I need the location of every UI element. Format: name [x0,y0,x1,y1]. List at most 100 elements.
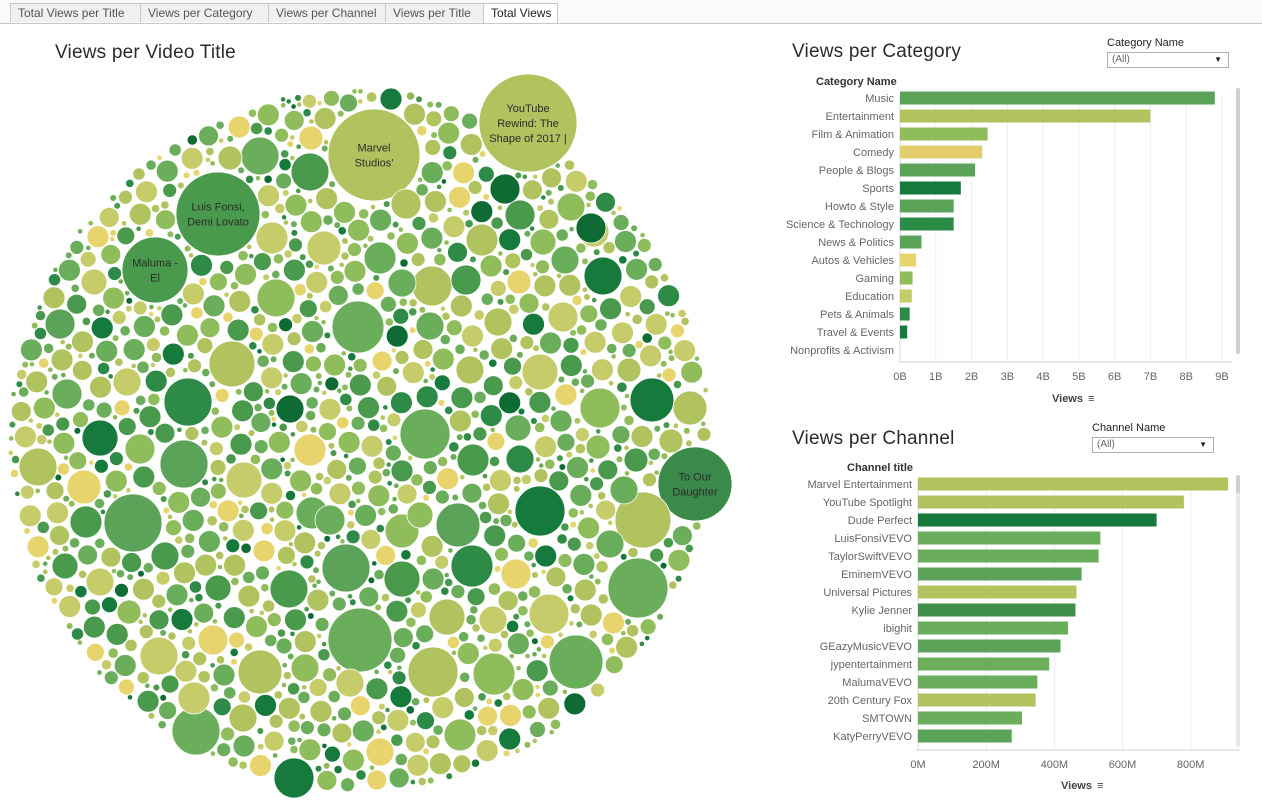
video-bubble[interactable] [150,362,156,368]
video-bubble[interactable] [661,452,668,460]
video-bubble[interactable] [488,582,501,596]
video-bubble[interactable] [370,204,376,210]
video-bubble[interactable] [497,250,504,257]
video-bubble[interactable] [582,286,588,293]
video-bubble[interactable] [425,110,443,128]
video-bubble[interactable] [267,322,278,333]
video-bubble[interactable] [167,607,173,613]
video-bubble[interactable] [90,316,114,340]
video-bubble[interactable] [261,332,285,356]
video-bubble[interactable] [367,469,383,485]
video-bubble[interactable] [624,470,630,476]
video-bubble[interactable] [411,265,453,307]
video-bubble[interactable] [424,360,431,368]
video-bubble[interactable] [558,273,582,297]
video-bubble[interactable] [187,352,195,360]
video-bubble[interactable] [653,425,661,433]
video-bubble[interactable] [373,569,385,580]
video-bubble[interactable] [253,439,269,455]
video-bubble[interactable] [393,483,399,489]
video-bubble[interactable] [77,353,84,359]
video-bubble[interactable] [295,420,308,433]
video-bubble[interactable] [416,125,428,136]
video-bubble[interactable] [42,569,48,575]
video-bubble[interactable] [113,654,137,677]
video-bubble[interactable] [180,543,196,559]
video-bubble[interactable] [286,140,294,148]
video-bubble[interactable] [403,102,426,126]
video-bubble[interactable] [524,387,533,396]
video-bubble[interactable] [305,410,316,421]
bar[interactable] [918,531,1101,545]
video-bubble[interactable] [282,662,288,668]
video-bubble[interactable] [159,694,167,702]
video-bubble[interactable] [575,242,587,254]
video-bubble[interactable] [160,200,170,210]
video-bubble[interactable] [68,500,76,508]
video-bubble[interactable] [201,368,211,377]
video-bubble[interactable] [533,274,557,298]
video-bubble[interactable] [271,421,277,428]
video-bubble[interactable] [55,416,71,432]
video-bubble[interactable] [362,243,369,249]
video-bubble[interactable] [472,347,479,353]
video-bubble[interactable] [51,552,79,580]
video-bubble[interactable] [109,229,117,237]
video-bubble[interactable] [126,573,134,581]
video-bubble[interactable] [423,190,447,213]
video-bubble[interactable] [66,469,102,505]
video-bubble[interactable] [112,493,118,499]
video-bubble[interactable] [471,410,480,419]
video-bubble[interactable] [144,683,151,689]
video-bubble[interactable] [210,415,234,439]
video-bubble[interactable] [205,147,215,156]
video-bubble[interactable] [323,139,329,146]
video-bubble[interactable] [411,641,421,650]
video-bubble[interactable] [256,103,280,127]
video-bubble[interactable] [155,570,171,586]
video-bubble[interactable] [639,344,662,368]
video-bubble[interactable] [136,671,150,684]
video-bubble[interactable] [508,304,520,315]
video-bubble[interactable] [418,777,427,786]
video-bubble[interactable] [583,330,607,354]
video-bubble[interactable] [490,337,514,361]
video-bubble[interactable] [408,298,418,308]
video-bubble[interactable] [112,334,120,342]
video-bubble[interactable] [215,551,224,560]
bar[interactable] [900,253,917,267]
video-bubble[interactable] [283,110,305,131]
video-bubble[interactable] [323,762,331,770]
video-bubble[interactable] [472,705,478,712]
video-bubble[interactable] [427,777,435,784]
video-bubble[interactable] [298,299,318,319]
video-bubble[interactable] [563,692,587,716]
video-bubble[interactable] [183,171,191,179]
video-bubble[interactable] [173,561,196,585]
video-bubble[interactable] [415,589,421,596]
video-bubble[interactable] [250,305,260,315]
video-bubble[interactable] [587,179,598,190]
video-bubble[interactable] [38,357,49,369]
video-bubble[interactable] [594,318,608,332]
video-bubble[interactable] [197,530,221,553]
video-bubble[interactable] [562,336,580,354]
video-bubble[interactable] [442,160,453,172]
bar[interactable] [918,567,1082,581]
video-bubble[interactable] [532,271,538,277]
video-bubble[interactable] [263,175,273,184]
video-bubble[interactable] [404,731,426,753]
video-bubble[interactable] [656,613,664,621]
video-bubble[interactable] [132,167,146,181]
video-bubble[interactable] [216,655,225,664]
video-bubble[interactable] [475,739,499,762]
video-bubble[interactable] [187,628,193,634]
video-bubble[interactable] [321,543,371,593]
video-bubble[interactable] [103,489,112,499]
video-bubble[interactable] [210,750,216,757]
video-bubble[interactable] [245,615,268,638]
video-bubble[interactable] [52,548,59,556]
video-bubble[interactable] [268,409,275,417]
video-bubble[interactable] [604,655,624,675]
video-bubble[interactable] [547,301,579,333]
